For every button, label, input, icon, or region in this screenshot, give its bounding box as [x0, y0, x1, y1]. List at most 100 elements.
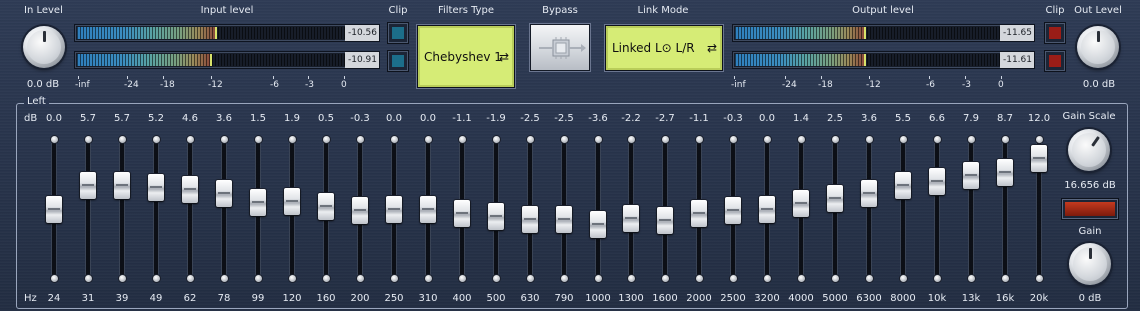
eq-band-slider-endpoint — [220, 275, 228, 282]
input-clip-label: Clip — [388, 5, 408, 16]
eq-band-slider-handle[interactable] — [80, 172, 96, 199]
eq-band-gain-label: 0.0 — [420, 113, 436, 124]
input-clip-button-right[interactable] — [387, 50, 409, 72]
link-mode-selector[interactable]: Linked L⊙ L/R ⇄ — [605, 25, 723, 71]
eq-band-slider-handle[interactable] — [895, 172, 911, 199]
eq-band-slider-handle[interactable] — [759, 196, 775, 223]
eq-band-slider-track[interactable] — [188, 140, 192, 278]
eq-band-frequency-label: 16k — [995, 293, 1015, 304]
output-meter-scale-tick — [734, 76, 735, 79]
filters-type-selector[interactable]: Chebyshev 1 ⇄ — [417, 25, 515, 88]
eq-band-slider-handle[interactable] — [963, 162, 979, 189]
eq-group-frame — [16, 103, 1128, 309]
eq-band-gain-label: 0.0 — [759, 113, 775, 124]
input-meter-right: -10.91 — [74, 51, 380, 69]
eq-band-frequency-label: 78 — [217, 293, 231, 304]
eq-band-frequency-label: 4000 — [788, 293, 814, 304]
eq-band-slider-endpoint — [458, 136, 466, 143]
out-level-knob[interactable] — [1077, 26, 1119, 68]
eq-band-slider-handle[interactable] — [318, 193, 334, 220]
in-level-label: In Level — [24, 5, 63, 16]
eq-band-slider-handle[interactable] — [691, 200, 707, 227]
eq-band-slider-handle[interactable] — [284, 188, 300, 215]
gain-scale-value: 16.656 dB — [1064, 180, 1116, 191]
output-clip-button-left[interactable] — [1044, 22, 1066, 44]
gain-scale-label: Gain Scale — [1062, 111, 1116, 122]
link-mode-label: Link Mode — [637, 5, 689, 16]
eq-band-slider-endpoint — [933, 136, 941, 143]
eq-band-slider-handle[interactable] — [250, 189, 266, 216]
eq-band-slider-endpoint — [492, 136, 500, 143]
eq-band-slider-endpoint — [797, 136, 805, 143]
output-meter-scale-tick — [929, 76, 930, 79]
bypass-button[interactable] — [530, 24, 590, 71]
input-meter-scale-tick — [344, 76, 345, 79]
eq-band-slider-handle[interactable] — [1031, 145, 1047, 172]
gain-scale-knob[interactable] — [1068, 129, 1110, 171]
eq-band-frequency-label: 200 — [350, 293, 370, 304]
input-clip-button-left[interactable] — [387, 22, 409, 44]
eq-band-slider-handle[interactable] — [556, 206, 572, 233]
eq-band-frequency-label: 6300 — [856, 293, 882, 304]
out-level-label: Out Level — [1074, 5, 1122, 16]
eq-band-gain-label: -2.5 — [520, 113, 540, 124]
eq-band-slider-handle[interactable] — [488, 203, 504, 230]
eq-band-gain-label: 7.9 — [963, 113, 979, 124]
eq-band-slider-endpoint — [254, 136, 262, 143]
eq-band-frequency-label: 24 — [47, 293, 61, 304]
eq-band-slider-track[interactable] — [867, 140, 871, 278]
eq-band-slider-track[interactable] — [154, 140, 158, 278]
eq-band-slider-handle[interactable] — [725, 197, 741, 224]
eq-band-gain-label: 8.7 — [997, 113, 1013, 124]
output-clip-button-right[interactable] — [1044, 50, 1066, 72]
eq-band-slider-endpoint — [729, 275, 737, 282]
eq-band-slider-track[interactable] — [935, 140, 939, 278]
output-meter-scale-tick — [1001, 76, 1002, 79]
eq-channel-label: Left — [24, 96, 49, 107]
in-level-value: 0.0 dB — [26, 79, 60, 90]
output-meter-right-segments — [735, 54, 1032, 66]
eq-band-slider-track[interactable] — [969, 140, 973, 278]
eq-band-slider-endpoint — [50, 136, 58, 143]
eq-band-slider-handle[interactable] — [997, 159, 1013, 186]
eq-band-slider-handle[interactable] — [46, 196, 62, 223]
eq-band-slider-track[interactable] — [901, 140, 905, 278]
gain-scale-button-led — [1065, 202, 1115, 216]
eq-band-slider-handle[interactable] — [522, 206, 538, 233]
gain-knob[interactable] — [1069, 243, 1111, 285]
eq-band-slider-handle[interactable] — [148, 174, 164, 201]
swap-arrows-icon: ⇄ — [706, 41, 717, 55]
eq-band-slider-endpoint — [424, 275, 432, 282]
eq-band-slider-track[interactable] — [596, 140, 600, 278]
eq-band-slider-handle[interactable] — [623, 205, 639, 232]
eq-band-slider-handle[interactable] — [657, 207, 673, 234]
out-level-knob-indicator — [1096, 31, 1100, 42]
eq-band-frequency-label: 160 — [316, 293, 336, 304]
eq-band-gain-label: 2.5 — [827, 113, 843, 124]
eq-band-slider-track[interactable] — [120, 140, 124, 278]
eq-band-slider-handle[interactable] — [929, 168, 945, 195]
output-meter-right: -11.61 — [732, 51, 1035, 69]
eq-band-slider-handle[interactable] — [861, 180, 877, 207]
eq-band-slider-handle[interactable] — [216, 180, 232, 207]
eq-band-slider-handle[interactable] — [114, 172, 130, 199]
eq-band-slider-handle[interactable] — [352, 197, 368, 224]
eq-band-slider-track[interactable] — [86, 140, 90, 278]
eq-band-slider-handle[interactable] — [182, 176, 198, 203]
eq-band-gain-label: 3.6 — [861, 113, 877, 124]
eq-band-slider-handle[interactable] — [590, 211, 606, 238]
eq-band-slider-endpoint — [526, 136, 534, 143]
swap-arrows-icon: ⇄ — [498, 49, 509, 64]
output-meter-scale-label: -12 — [866, 80, 881, 90]
eq-band-slider-handle[interactable] — [454, 200, 470, 227]
eq-band-slider-track[interactable] — [222, 140, 226, 278]
eq-band-frequency-label: 2000 — [686, 293, 712, 304]
eq-band-slider-handle[interactable] — [420, 196, 436, 223]
gain-scale-reset-button[interactable] — [1061, 198, 1119, 220]
eq-band-slider-handle[interactable] — [827, 185, 843, 212]
eq-band-slider-handle[interactable] — [386, 196, 402, 223]
eq-band-frequency-label: 790 — [554, 293, 574, 304]
eq-band-slider-handle[interactable] — [793, 190, 809, 217]
in-level-knob[interactable] — [23, 26, 65, 68]
eq-band-gain-label: -0.3 — [723, 113, 743, 124]
